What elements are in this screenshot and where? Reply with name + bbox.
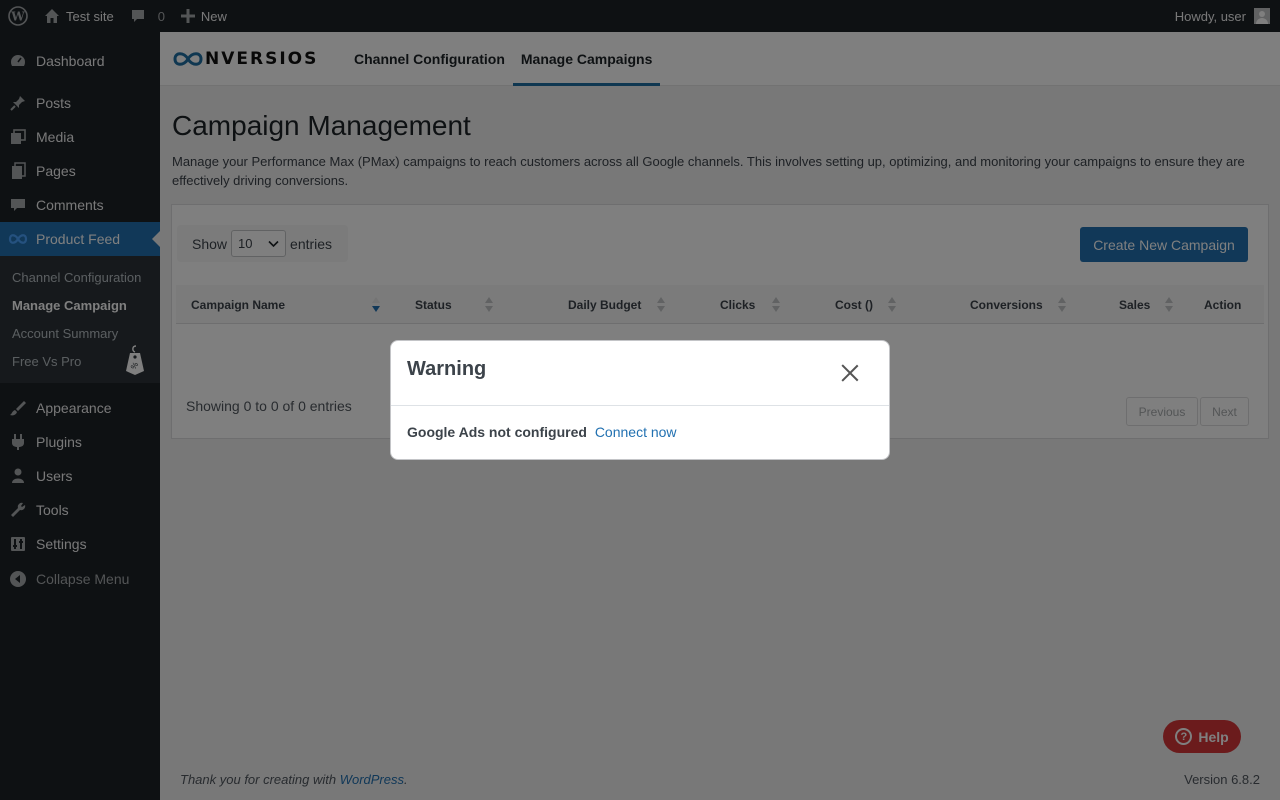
close-icon[interactable] [841, 364, 859, 382]
warning-modal: Warning Google Ads not configured Connec… [390, 340, 890, 460]
modal-message: Google Ads not configured [407, 424, 587, 440]
modal-title: Warning [407, 357, 487, 380]
connect-now-link[interactable]: Connect now [595, 424, 677, 440]
modal-body: Google Ads not configured Connect now [391, 406, 889, 458]
modal-header: Warning [391, 341, 889, 406]
